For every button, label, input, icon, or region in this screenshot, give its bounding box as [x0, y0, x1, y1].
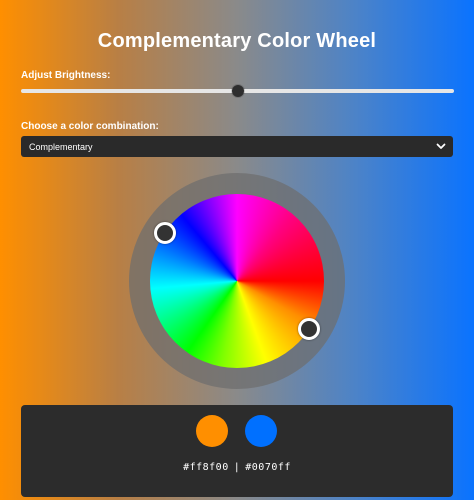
- brightness-slider[interactable]: [21, 85, 454, 97]
- page-title: Complementary Color Wheel: [97, 30, 377, 52]
- brightness-label: Adjust Brightness:: [21, 70, 111, 81]
- hex-readout: #ff8f00 | #0070ff: [21, 462, 453, 473]
- hex-separator: |: [233, 462, 241, 473]
- chevron-down-icon: [436, 143, 446, 149]
- complement-color-handle[interactable]: [154, 222, 176, 244]
- combination-label: Choose a color combination:: [21, 121, 159, 132]
- primary-hex-code: #ff8f00: [183, 462, 229, 473]
- combination-select[interactable]: Complementary: [21, 136, 453, 157]
- primary-color-handle[interactable]: [298, 318, 320, 340]
- swatch-panel: #ff8f00 | #0070ff: [21, 405, 453, 497]
- complement-color-swatch: [245, 415, 277, 447]
- combination-selected-value: Complementary: [29, 141, 93, 152]
- complement-hex-code: #0070ff: [245, 462, 291, 473]
- primary-color-swatch: [196, 415, 228, 447]
- color-wheel[interactable]: [150, 194, 324, 368]
- brightness-slider-thumb[interactable]: [231, 85, 244, 97]
